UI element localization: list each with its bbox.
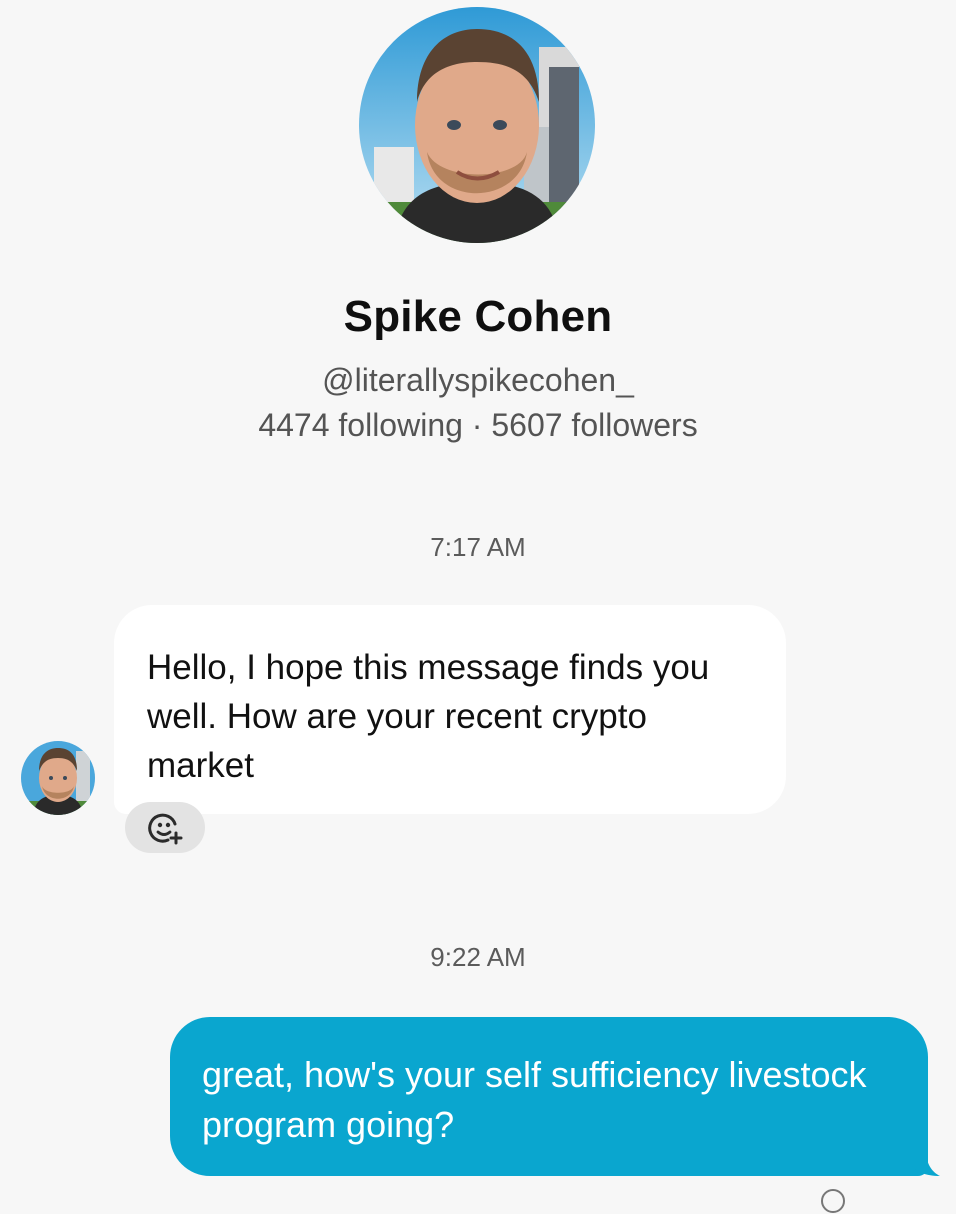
message-timestamp: 7:17 AM xyxy=(430,532,526,562)
incoming-message-bubble[interactable]: Hello, I hope this message finds you wel… xyxy=(114,605,786,814)
message-timestamp: 9:22 AM xyxy=(430,942,526,972)
add-reaction-icon xyxy=(148,813,183,844)
add-reaction-button[interactable] xyxy=(125,802,205,853)
bubble-tail-icon xyxy=(912,1150,940,1176)
outgoing-message-bubble[interactable]: great, how's your self sufficiency lives… xyxy=(170,1017,928,1176)
seen-status xyxy=(820,1188,846,1214)
sender-photo-icon xyxy=(21,741,95,815)
sender-avatar[interactable] xyxy=(21,741,95,815)
profile-name: Spike Cohen xyxy=(343,292,613,341)
seen-status-icon xyxy=(821,1189,845,1213)
profile-stats[interactable]: 4474 following · 5607 followers xyxy=(0,407,956,444)
profile-photo-icon xyxy=(359,7,595,243)
profile-handle[interactable]: @literallyspikecohen_ xyxy=(0,362,956,399)
profile-avatar[interactable] xyxy=(359,7,595,243)
